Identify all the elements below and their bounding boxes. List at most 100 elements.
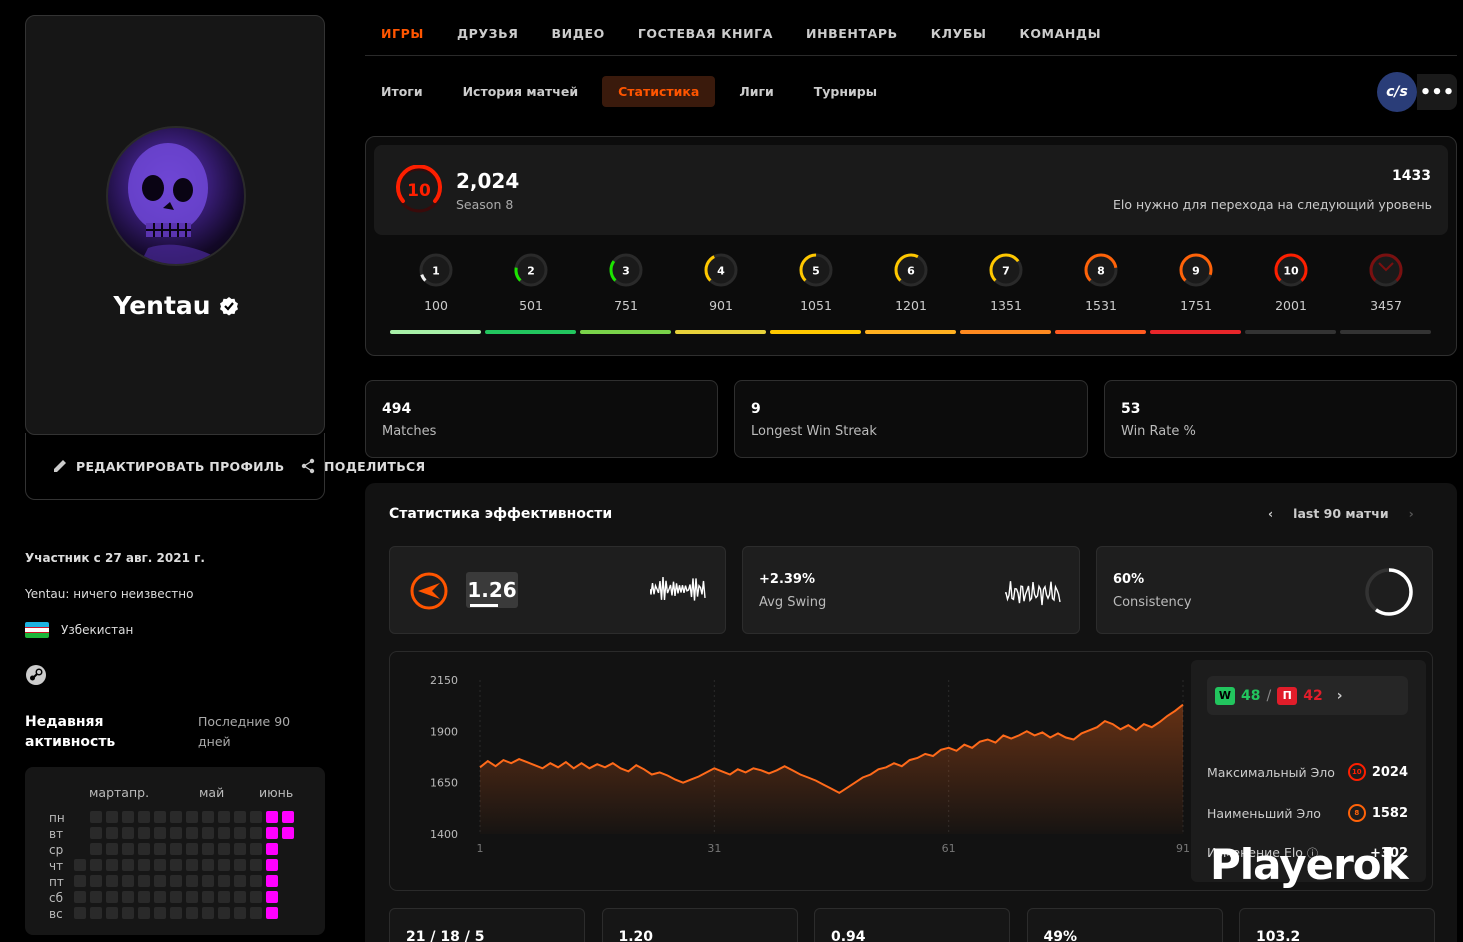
chevron-left-icon[interactable]: ‹ xyxy=(1268,506,1273,521)
svg-text:8: 8 xyxy=(1097,265,1105,278)
swing-value: +2.39% xyxy=(759,572,815,587)
level-item: 7 1351 xyxy=(976,250,1036,313)
bottom-stat-value: 103.2 xyxy=(1256,929,1301,942)
avatar[interactable] xyxy=(106,126,246,266)
share-button[interactable]: ПОДЕЛИТЬСЯ xyxy=(300,458,425,474)
level-2-icon: 2 xyxy=(514,253,548,287)
heatmap-cell xyxy=(122,907,134,919)
bottom-stat-card: 103.2 xyxy=(1239,908,1435,942)
level-elo-threshold: 1051 xyxy=(800,298,832,313)
sub-tab[interactable]: Итоги xyxy=(365,76,439,107)
rating-icon xyxy=(410,572,448,610)
nav-tab[interactable]: ДРУЗЬЯ xyxy=(457,26,519,41)
heatmap-cell xyxy=(90,859,102,871)
member-since: Участник с 27 авг. 2021 г. xyxy=(25,551,205,565)
level-item: 4 901 xyxy=(691,250,751,313)
username-text: Yentau xyxy=(113,291,211,320)
heatmap-cell xyxy=(106,859,118,871)
heatmap-cell xyxy=(74,859,86,871)
heatmap-cell xyxy=(250,907,262,919)
elo-to-next: 1433 xyxy=(1392,168,1431,184)
swing-label: Avg Swing xyxy=(759,595,827,610)
elo-season: Season 8 xyxy=(456,197,514,212)
stat-value: 53 xyxy=(1121,401,1141,417)
sub-tab[interactable]: Статистика xyxy=(602,76,716,107)
steam-icon[interactable] xyxy=(25,664,47,686)
consistency-value: 60% xyxy=(1113,572,1145,587)
level-item: 3457 xyxy=(1356,250,1416,313)
nav-tab[interactable]: ВИДЕО xyxy=(552,26,605,41)
sub-tab[interactable]: История матчей xyxy=(447,76,595,107)
heatmap-cell xyxy=(282,827,294,839)
country: Узбекистан xyxy=(25,622,133,638)
y-tick-label: 1650 xyxy=(430,777,458,790)
heatmap-day-label: вс xyxy=(49,907,63,921)
heatmap-cell xyxy=(266,811,278,823)
stat-value: 494 xyxy=(382,401,412,417)
min-elo-value: 1582 xyxy=(1371,805,1408,821)
nav-tab[interactable]: ИГРЫ xyxy=(381,26,424,41)
svg-text:4: 4 xyxy=(717,265,725,278)
consistency-card: 60% Consistency xyxy=(1096,546,1433,634)
level-elo-threshold: 501 xyxy=(519,298,543,313)
max-elo-row: Максимальный Эло 10 2024 xyxy=(1207,763,1408,781)
level-elo-threshold: 1751 xyxy=(1180,298,1212,313)
heatmap-cell xyxy=(202,843,214,855)
swing-card: +2.39% Avg Swing xyxy=(742,546,1080,634)
heatmap-cell xyxy=(154,827,166,839)
nav-tab[interactable]: КОМАНДЫ xyxy=(1020,26,1102,41)
nav-tab[interactable]: ИНВЕНТАРЬ xyxy=(806,26,898,41)
heatmap-cell xyxy=(90,811,102,823)
rating-value: 1.26 xyxy=(466,572,518,608)
heatmap-cell xyxy=(122,891,134,903)
min-elo-label: Наименьший Эло xyxy=(1207,805,1321,821)
level-5-icon: 5 xyxy=(799,253,833,287)
nav-tab[interactable]: КЛУБЫ xyxy=(931,26,987,41)
heatmap-cell xyxy=(250,859,262,871)
nav-tab[interactable]: ГОСТЕВАЯ КНИГА xyxy=(638,26,773,41)
range-label[interactable]: last 90 матчи xyxy=(1293,506,1388,521)
edit-profile-button[interactable]: РЕДАКТИРОВАТЬ ПРОФИЛЬ xyxy=(52,458,284,474)
heatmap-cell xyxy=(170,811,182,823)
level-elo-threshold: 901 xyxy=(709,298,733,313)
heatmap-cell xyxy=(234,811,246,823)
heatmap-cell xyxy=(266,859,278,871)
heatmap-cell xyxy=(202,891,214,903)
heatmap-cell xyxy=(106,907,118,919)
sub-nav: Итоги История матчей Статистика Лиги Турниры xyxy=(365,76,901,107)
win-loss-summary[interactable]: W 48 / П 42 › xyxy=(1207,676,1408,715)
heatmap-cell xyxy=(74,891,86,903)
heatmap-cell xyxy=(122,811,134,823)
share-icon xyxy=(301,458,315,474)
losses-count: 42 xyxy=(1303,687,1323,704)
heatmap-cell xyxy=(218,891,230,903)
svg-text:9: 9 xyxy=(1192,265,1200,278)
watermark-logo: Playerok xyxy=(1210,840,1409,889)
heatmap-cell xyxy=(266,875,278,887)
level-elo-threshold: 100 xyxy=(424,298,448,313)
elo-summary xyxy=(374,145,1448,235)
elo-area-fill xyxy=(480,704,1183,834)
heatmap-cell xyxy=(234,875,246,887)
svg-text:1: 1 xyxy=(432,265,440,278)
heatmap-cell xyxy=(170,859,182,871)
heatmap-cell xyxy=(218,907,230,919)
sub-tab[interactable]: Турниры xyxy=(798,76,893,107)
level-4-icon: 4 xyxy=(704,253,738,287)
heatmap-cell xyxy=(234,891,246,903)
chevron-right-icon[interactable]: › xyxy=(1409,506,1414,521)
level-challenger-icon xyxy=(1369,253,1403,287)
heatmap-cell xyxy=(186,859,198,871)
game-cs2-icon[interactable]: c/s xyxy=(1377,72,1417,112)
level-progress-segment xyxy=(485,330,576,334)
more-options-button[interactable]: ••• xyxy=(1417,74,1457,110)
max-elo-value: 2024 xyxy=(1371,764,1408,780)
level-1-icon: 1 xyxy=(419,253,453,287)
heatmap-cell xyxy=(122,859,134,871)
heatmap-cell xyxy=(170,843,182,855)
sub-tab[interactable]: Лиги xyxy=(723,76,789,107)
nav-divider xyxy=(365,55,1457,56)
stat-label: Longest Win Streak xyxy=(751,424,877,439)
x-tick-label: 91 xyxy=(1176,842,1190,855)
level-progress-segment xyxy=(675,330,766,334)
